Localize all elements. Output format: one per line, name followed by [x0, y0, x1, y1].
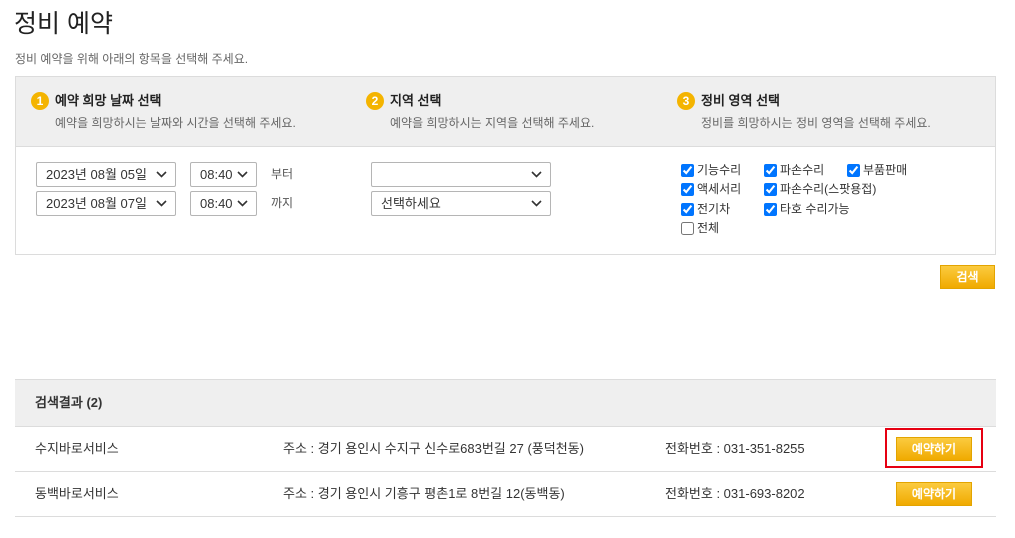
start-time-select[interactable]: 08:40: [190, 162, 257, 187]
shop-name: 수지바로서비스: [35, 441, 119, 456]
results-header: 검색결과 (2): [15, 379, 996, 427]
region-secondary-select[interactable]: 선택하세요: [371, 191, 551, 216]
end-date-value: 2023년 08월 07일: [46, 196, 147, 211]
step-title: 정비 영역 선택: [701, 93, 780, 108]
page-title: 정비 예약: [14, 10, 113, 38]
step-title: 지역 선택: [390, 93, 442, 108]
area-checkbox-label: 기능수리: [697, 163, 742, 177]
region-secondary-value: 선택하세요: [381, 196, 441, 211]
area-checkbox[interactable]: [681, 163, 694, 177]
area-checkbox-label: 부품판매: [863, 163, 908, 177]
end-time-select[interactable]: 08:40: [190, 191, 257, 216]
chevron-down-icon: [237, 171, 248, 178]
start-time-value: 08:40: [200, 167, 233, 182]
start-date-select[interactable]: 2023년 08월 05일: [36, 162, 176, 187]
area-checkbox-label: 전체: [697, 221, 720, 235]
area-checkbox[interactable]: [681, 202, 694, 216]
start-date-value: 2023년 08월 05일: [46, 167, 147, 182]
area-checkbox[interactable]: [681, 182, 694, 196]
start-suffix-label: 부터: [271, 167, 294, 181]
end-time-value: 08:40: [200, 196, 233, 211]
area-checkbox-item[interactable]: 부품판매: [847, 162, 907, 178]
area-checkbox[interactable]: [764, 182, 777, 196]
step-description: 예약을 희망하시는 날짜와 시간을 선택해 주세요.: [55, 116, 296, 130]
region-primary-select[interactable]: [371, 162, 551, 187]
area-checkbox[interactable]: [764, 163, 777, 177]
step-header-bar: 1 예약 희망 날짜 선택 예약을 희망하시는 날짜와 시간을 선택해 주세요.…: [15, 76, 996, 147]
reserve-button[interactable]: 예약하기: [896, 437, 972, 461]
area-checkbox-label: 파손수리(스팟용접): [780, 182, 877, 196]
step-number-badge: 1: [31, 92, 49, 110]
search-form-panel: 2023년 08월 05일 08:40 부터 2023년 08월 07일 08:…: [15, 146, 996, 255]
area-checkbox[interactable]: [764, 202, 777, 216]
area-checkbox-item[interactable]: 파손수리: [764, 162, 824, 178]
chevron-down-icon: [531, 200, 542, 207]
step-number-badge: 3: [677, 92, 695, 110]
chevron-down-icon: [156, 200, 167, 207]
search-button[interactable]: 검색: [940, 265, 995, 289]
table-row: 수지바로서비스 주소 : 경기 용인시 수지구 신수로683번길 27 (풍덕천…: [15, 427, 996, 472]
area-checkbox-all[interactable]: [681, 221, 694, 235]
area-checkbox-label: 파손수리: [780, 163, 825, 177]
area-checkbox-label: 액세서리: [697, 182, 742, 196]
shop-address: 주소 : 경기 용인시 수지구 신수로683번길 27 (풍덕천동): [283, 441, 584, 456]
chevron-down-icon: [237, 200, 248, 207]
shop-phone: 전화번호 : 031-693-8202: [665, 486, 805, 501]
step-description: 정비를 희망하시는 정비 영역을 선택해 주세요.: [701, 116, 931, 130]
shop-name: 동백바로서비스: [35, 486, 119, 501]
area-checkbox-label: 전기차: [697, 202, 731, 216]
area-checkbox[interactable]: [847, 163, 860, 177]
end-date-select[interactable]: 2023년 08월 07일: [36, 191, 176, 216]
shop-address: 주소 : 경기 용인시 기흥구 평촌1로 8번길 12(동백동): [283, 486, 565, 501]
area-checkbox-item[interactable]: 기능수리: [681, 162, 741, 178]
reserve-button[interactable]: 예약하기: [896, 482, 972, 506]
area-checkbox-item[interactable]: 전체: [681, 220, 719, 236]
results-count-label: 검색결과 (2): [35, 395, 103, 410]
step-title: 예약 희망 날짜 선택: [55, 93, 162, 108]
shop-phone: 전화번호 : 031-351-8255: [665, 441, 805, 456]
step-description: 예약을 희망하시는 지역을 선택해 주세요.: [390, 116, 595, 130]
chevron-down-icon: [531, 171, 542, 178]
step-number-badge: 2: [366, 92, 384, 110]
chevron-down-icon: [156, 171, 167, 178]
end-suffix-label: 까지: [271, 196, 294, 210]
area-checkbox-item[interactable]: 타호 수리가능: [764, 201, 850, 217]
area-checkbox-item[interactable]: 전기차: [681, 201, 730, 217]
table-row: 동백바로서비스 주소 : 경기 용인시 기흥구 평촌1로 8번길 12(동백동)…: [15, 472, 996, 517]
area-checkbox-item[interactable]: 파손수리(스팟용접): [764, 181, 876, 197]
area-checkbox-item[interactable]: 액세서리: [681, 181, 741, 197]
area-checkbox-label: 타호 수리가능: [780, 202, 850, 216]
page-subtitle: 정비 예약을 위해 아래의 항목을 선택해 주세요.: [15, 52, 249, 66]
